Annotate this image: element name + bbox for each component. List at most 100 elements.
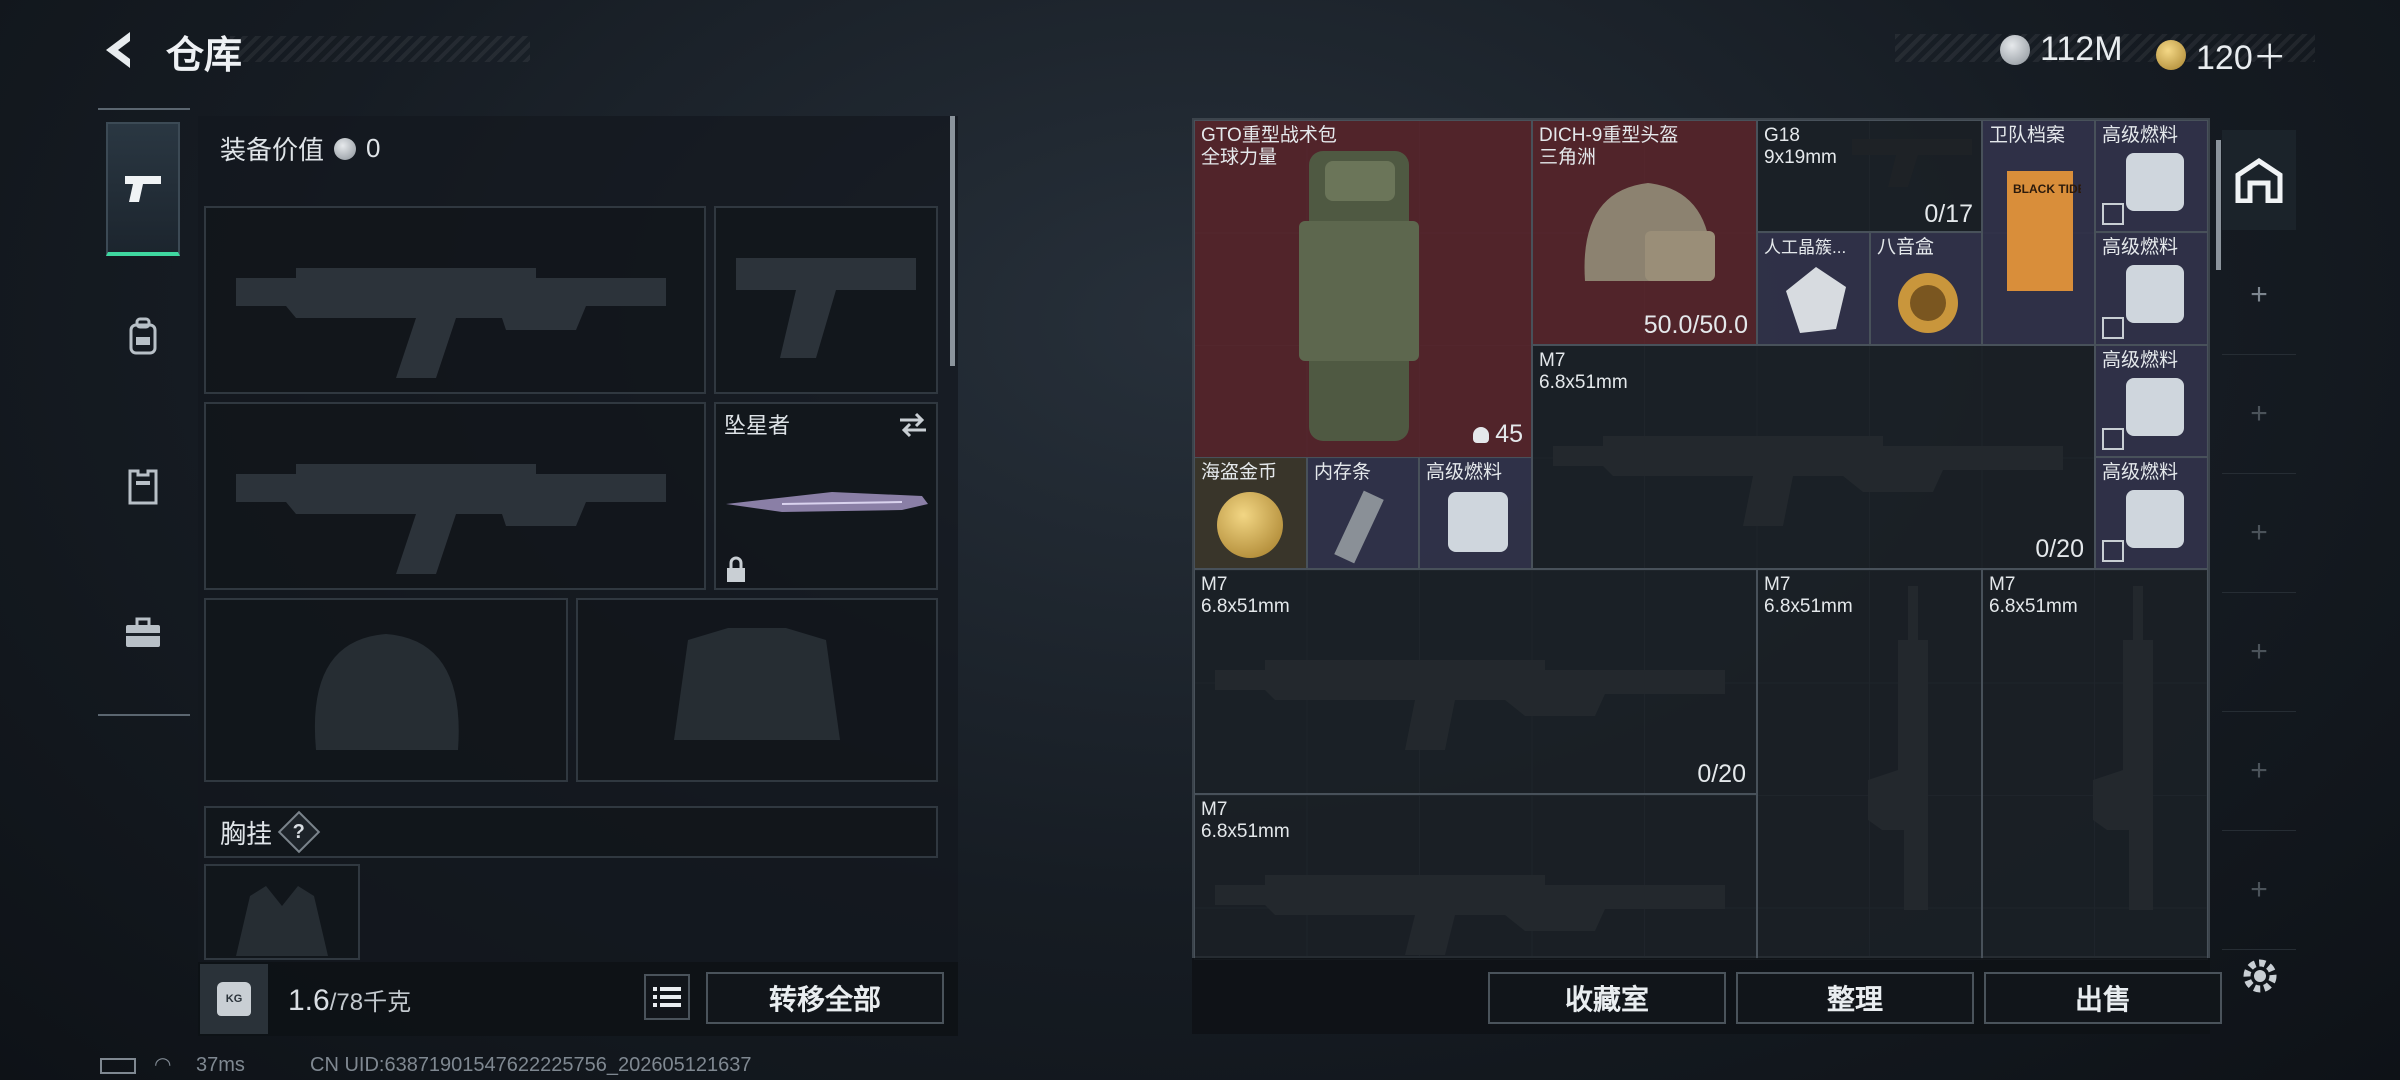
item-helmet[interactable]: DICH-9重型头盔 三角洲 50.0/50.0 <box>1532 120 1757 345</box>
helmet-image <box>1584 183 1715 281</box>
rifle-image <box>1553 436 2063 526</box>
coin-image <box>1217 492 1283 558</box>
item-fuel-5[interactable]: 高级燃料 <box>1419 457 1532 569</box>
warehouse-icon <box>2235 157 2283 203</box>
primary-weapon-slot-1[interactable] <box>204 206 706 394</box>
sidearm-slot[interactable] <box>714 206 938 394</box>
melee-slot[interactable]: 坠星者 <box>714 402 938 590</box>
rifle-silhouette-icon <box>236 464 666 574</box>
list-view-button[interactable] <box>644 974 690 1020</box>
no-trade-icon <box>2102 540 2124 562</box>
organize-button[interactable]: 整理 <box>1736 972 1974 1024</box>
silver-coin-icon <box>2000 34 2030 65</box>
pistol-silhouette-icon <box>736 258 916 358</box>
item-m7-3[interactable]: M7 6.8x51mm <box>1757 569 1982 960</box>
storage-scrollbar[interactable] <box>2216 140 2221 270</box>
item-m7-2[interactable]: M7 6.8x51mm 0/20 <box>1194 569 1757 794</box>
storage-tabs-empty: + + + + + + <box>2222 236 2296 950</box>
primary-weapon-slot-2[interactable] <box>204 402 706 590</box>
gold-coin-icon <box>2156 39 2186 70</box>
weight-icon: KG <box>200 964 268 1034</box>
weight-readout: 1.6/78千克 <box>288 984 412 1017</box>
item-m7-1[interactable]: M7 6.8x51mm 0/20 <box>1532 345 2095 569</box>
gold-currency[interactable]: 120＋ <box>2156 30 2287 79</box>
fuel-can-icon <box>1448 492 1508 552</box>
tab-armor[interactable] <box>106 418 180 552</box>
item-music-box[interactable]: 八音盒 <box>1870 232 1982 345</box>
item-g18[interactable]: G18 9x19mm 0/17 <box>1757 120 1982 232</box>
item-fuel-4[interactable]: 高级燃料 <box>2095 457 2208 569</box>
collection-room-button[interactable]: 收藏室 <box>1488 972 1726 1024</box>
add-storage-icon[interactable]: + <box>2222 355 2296 474</box>
add-storage-icon[interactable]: + <box>2222 712 2296 831</box>
transfer-all-button[interactable]: 转移全部 <box>706 972 944 1024</box>
settings-button[interactable] <box>2238 954 2282 998</box>
back-arrow-icon <box>106 32 130 68</box>
tab-backpacks[interactable] <box>106 270 180 404</box>
item-fuel-3[interactable]: 高级燃料 <box>2095 345 2208 457</box>
add-storage-icon[interactable]: + <box>2222 236 2296 355</box>
add-storage-icon[interactable]: + <box>2222 831 2296 950</box>
add-storage-icon[interactable]: + <box>2222 593 2296 712</box>
lock-icon <box>727 556 745 582</box>
swap-icon[interactable] <box>896 410 930 440</box>
item-fuel-1[interactable]: 高级燃料 <box>2095 120 2208 232</box>
melee-name: 坠星者 <box>724 413 791 438</box>
help-icon[interactable]: ? <box>277 810 321 854</box>
rifle-image <box>2093 586 2153 910</box>
no-trade-icon <box>2102 428 2124 450</box>
dossier-image: BLACK TIDE <box>2007 171 2081 291</box>
battery-icon <box>100 1058 136 1074</box>
no-trade-icon <box>2102 317 2124 339</box>
rifle-silhouette-icon <box>236 268 666 378</box>
crystal-image <box>1786 267 1846 333</box>
silver-coin-icon <box>334 137 357 160</box>
armor-slot[interactable] <box>576 598 938 782</box>
chest-rig-header: 胸挂 ? <box>204 806 938 858</box>
chest-rig-silhouette-icon <box>236 886 328 956</box>
chest-rig-slot[interactable] <box>204 864 360 960</box>
fuel-can-icon <box>2126 265 2184 323</box>
wifi-icon: ◠ <box>154 1054 172 1076</box>
vest-icon <box>128 469 158 505</box>
item-m7-5[interactable]: M7 6.8x51mm <box>1194 794 1757 960</box>
rifle-image <box>1215 875 1725 955</box>
backpack-image <box>1299 151 1419 441</box>
item-fuel-2[interactable]: 高级燃料 <box>2095 232 2208 345</box>
helmet-slot[interactable] <box>204 598 568 782</box>
tab-weapons[interactable] <box>106 122 180 256</box>
page-title: 仓库 <box>166 35 243 77</box>
uid-label: CN UID:638719015476222257​56_20260512163… <box>310 1054 752 1076</box>
capacity-icon <box>1473 426 1490 443</box>
item-crystal[interactable]: 人工晶簇... <box>1757 232 1870 345</box>
item-backpack[interactable]: GTO重型战术包 全球力量 45 <box>1194 120 1532 458</box>
silver-currency: 112M <box>2000 30 2123 69</box>
no-trade-icon <box>2102 203 2124 225</box>
tab-toolbox[interactable] <box>106 566 180 700</box>
item-m7-4[interactable]: M7 6.8x51mm <box>1982 569 2208 960</box>
rifle-image <box>1868 586 1928 910</box>
knife-icon <box>726 492 928 512</box>
gear-icon <box>2243 959 2277 993</box>
fuel-can-icon <box>2126 378 2184 436</box>
dossier-cover-text: BLACK TIDE <box>2013 182 2081 196</box>
pistol-icon <box>125 176 161 202</box>
storage-tab-main[interactable] <box>2222 130 2296 230</box>
fuel-can-icon <box>2126 490 2184 548</box>
loadout-scrollbar[interactable] <box>950 116 955 366</box>
pistol-image <box>1852 139 1972 187</box>
title-decoration <box>230 36 530 62</box>
item-ram[interactable]: 内存条 <box>1307 457 1419 569</box>
sell-button[interactable]: 出售 <box>1984 972 2222 1024</box>
item-pirate-coin[interactable]: 海盗金币 <box>1194 457 1307 569</box>
ram-image <box>1334 490 1384 564</box>
back-button[interactable] <box>96 26 144 74</box>
add-storage-icon[interactable]: + <box>2222 474 2296 593</box>
rifle-image <box>1215 660 1725 750</box>
helmet-silhouette-icon <box>314 634 459 750</box>
backpack-icon <box>129 317 157 355</box>
equipment-value: 装备价值 0 <box>220 133 381 165</box>
ping-readout: 37ms <box>196 1054 245 1076</box>
briefcase-icon <box>126 617 160 647</box>
item-guard-dossier[interactable]: 卫队档案 BLACK TIDE <box>1982 120 2095 345</box>
